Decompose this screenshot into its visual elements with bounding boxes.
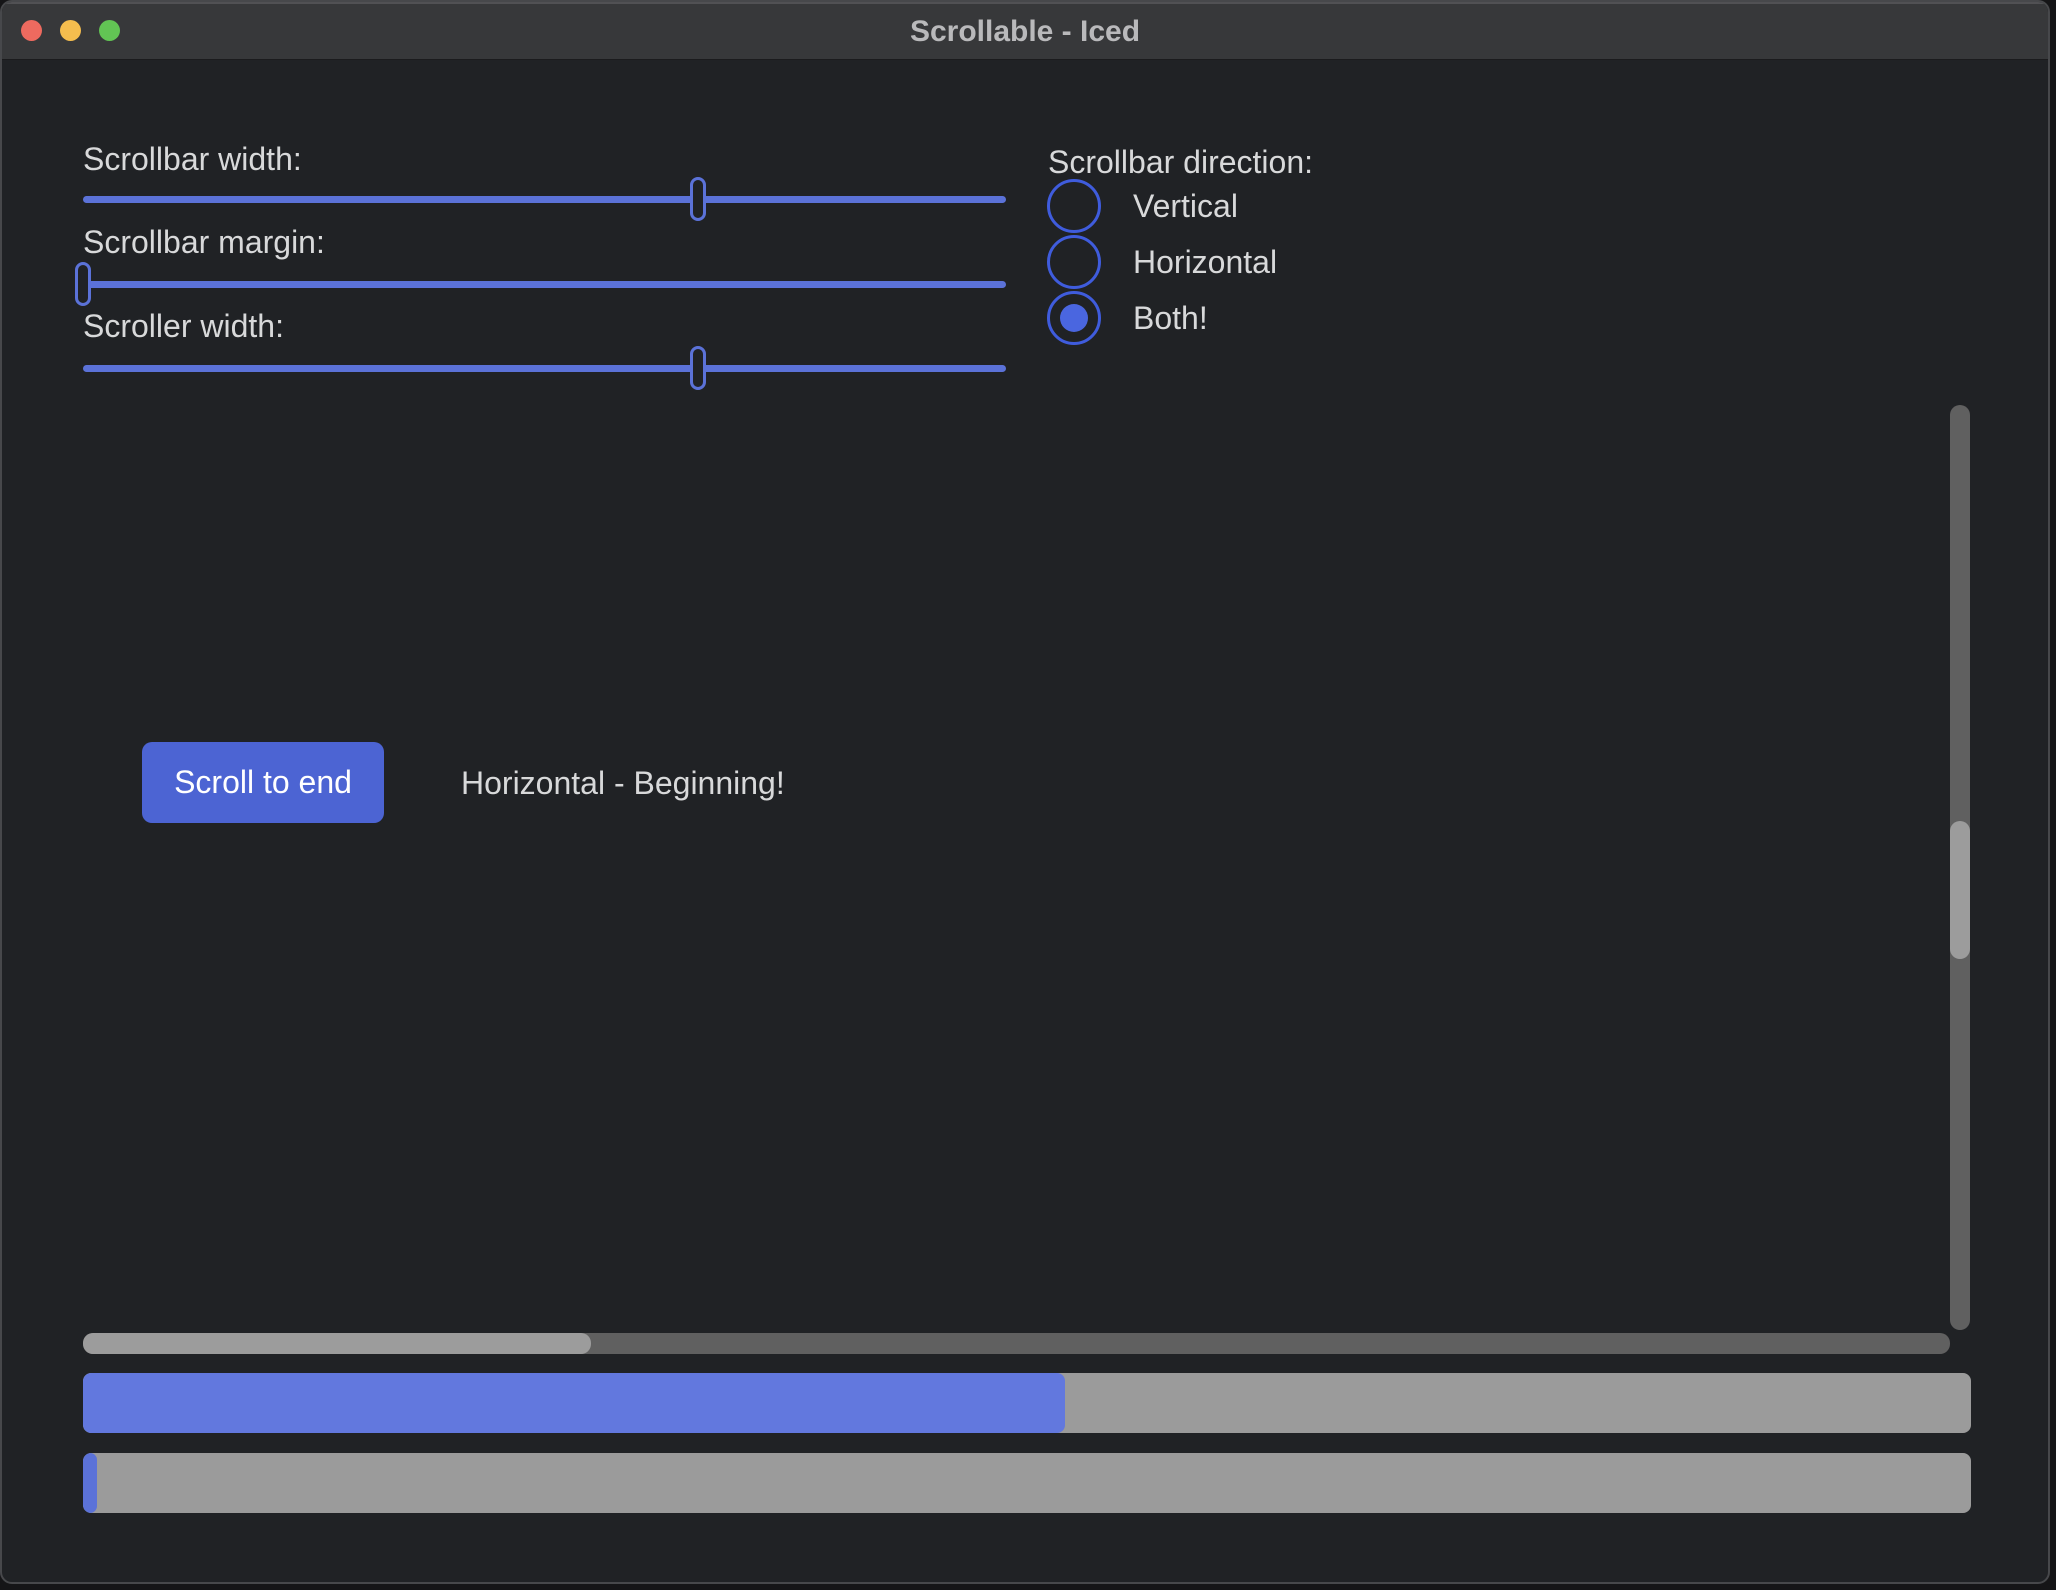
scroll-to-end-button-label: Scroll to end [174, 764, 352, 801]
radio-both-label[interactable]: Both! [1133, 300, 1208, 337]
horizontal-scrollbar-scroller[interactable] [83, 1333, 591, 1354]
scroll-progress-bar-2-fill [83, 1453, 97, 1513]
scroll-progress-bar-1-fill [83, 1373, 1065, 1433]
radio-vertical-circle-icon[interactable] [1047, 179, 1101, 233]
scrollbar-width-label: Scrollbar width: [83, 139, 302, 179]
scrollbar-margin-slider-handle[interactable] [75, 262, 91, 306]
scroller-width-label: Scroller width: [83, 306, 284, 346]
scroll-to-end-button[interactable]: Scroll to end [142, 742, 384, 823]
scroll-progress-bar-2 [83, 1453, 1971, 1513]
radio-selected-dot [1060, 304, 1088, 332]
screen: Scrollable - Iced Scrollbar width: Scrol… [0, 0, 2056, 1590]
scrollbar-margin-slider-rail[interactable] [83, 281, 1006, 288]
titlebar: Scrollable - Iced [2, 2, 2048, 59]
scrollbar-margin-slider[interactable] [83, 262, 1006, 306]
scrollbar-margin-label: Scrollbar margin: [83, 222, 325, 262]
window-title: Scrollable - Iced [2, 2, 2048, 59]
scroller-width-slider-rail[interactable] [83, 365, 1006, 372]
vertical-scrollbar-track[interactable] [1950, 405, 1970, 1330]
radio-horizontal-label[interactable]: Horizontal [1133, 244, 1277, 281]
radio-vertical-label[interactable]: Vertical [1133, 188, 1238, 225]
scroller-width-slider-handle[interactable] [690, 346, 706, 390]
radio-horizontal[interactable]: Horizontal [1047, 234, 1277, 290]
horizontal-scrollbar-track[interactable] [83, 1333, 1950, 1354]
app-window: Scrollable - Iced Scrollbar width: Scrol… [0, 0, 2050, 1584]
vertical-scrollbar-scroller[interactable] [1950, 821, 1970, 959]
radio-vertical[interactable]: Vertical [1047, 178, 1277, 234]
radio-both-circle-icon[interactable] [1047, 291, 1101, 345]
scroll-status-text: Horizontal - Beginning! [461, 763, 785, 803]
scrollbar-width-slider-rail[interactable] [83, 196, 1006, 203]
scrollbar-direction-label: Scrollbar direction: [1048, 142, 1313, 182]
scroller-width-slider[interactable] [83, 346, 1006, 390]
scrollbar-width-slider[interactable] [83, 177, 1006, 221]
scroll-progress-bar-1 [83, 1373, 1971, 1433]
radio-horizontal-circle-icon[interactable] [1047, 235, 1101, 289]
scrollbar-width-slider-handle[interactable] [690, 177, 706, 221]
radio-both[interactable]: Both! [1047, 290, 1277, 346]
scrollbar-direction-radio-group: Vertical Horizontal Both! [1047, 178, 1277, 346]
